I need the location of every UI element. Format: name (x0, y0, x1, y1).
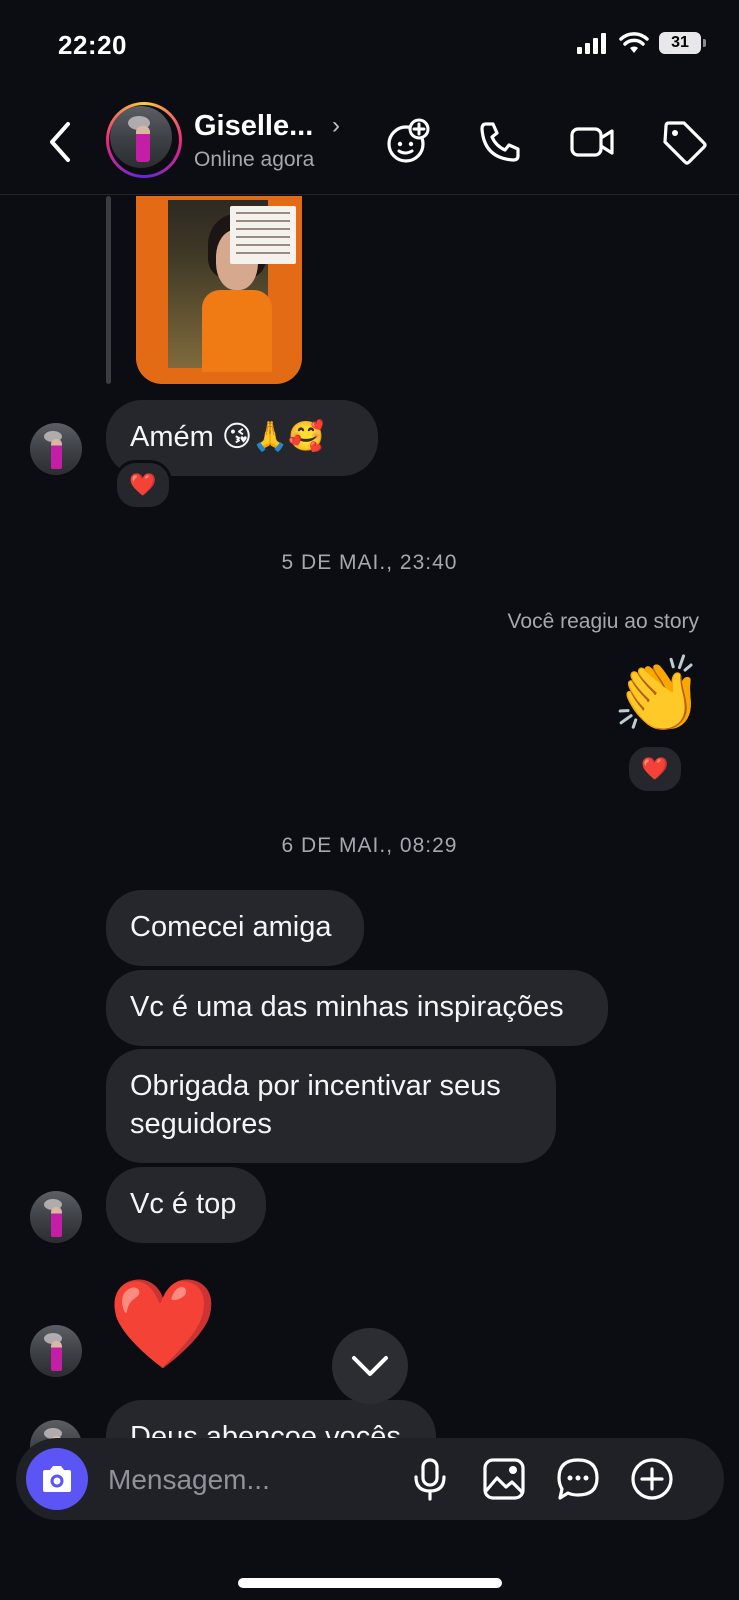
message-bubble[interactable]: Obrigada por incentivar seus seguidores (106, 1049, 556, 1163)
avatar-effects-icon[interactable] (384, 118, 432, 166)
heart-reaction-icon[interactable]: ❤️ (114, 460, 172, 510)
camera-icon (43, 1466, 71, 1492)
message-composer (16, 1438, 724, 1520)
sticker-chat-icon[interactable] (556, 1457, 600, 1501)
contact-status: Online agora (194, 148, 315, 171)
heart-emoji-message[interactable]: ❤️ (108, 1274, 218, 1374)
tag-icon[interactable] (660, 118, 708, 166)
story-reply-line (106, 196, 111, 384)
date-separator: 6 DE MAI., 08:29 (281, 834, 458, 857)
message-input[interactable] (106, 1452, 400, 1508)
scroll-to-bottom-button[interactable] (332, 1328, 408, 1404)
wifi-icon (619, 32, 649, 53)
phone-call-icon[interactable] (476, 118, 524, 166)
microphone-icon[interactable] (408, 1457, 452, 1501)
sender-avatar[interactable] (30, 423, 82, 475)
clapping-hands-emoji[interactable]: 👏 (612, 650, 704, 740)
contact-avatar[interactable] (106, 102, 182, 178)
status-time: 22:20 (58, 30, 127, 60)
contact-name[interactable]: Giselle... (194, 110, 313, 143)
sender-avatar[interactable] (30, 1325, 82, 1377)
heart-reaction-icon[interactable]: ❤️ (626, 744, 684, 794)
camera-button[interactable] (26, 1448, 88, 1510)
story-thumbnail[interactable] (136, 196, 302, 384)
chevron-down-icon (352, 1356, 388, 1376)
chat-header: Giselle... › Online agora (0, 92, 739, 195)
message-bubble[interactable]: Vc é top (106, 1167, 266, 1243)
message-bubble[interactable]: Comecei amiga (106, 890, 364, 966)
add-plus-icon[interactable] (630, 1457, 674, 1501)
back-arrow-icon[interactable] (40, 118, 80, 166)
sender-avatar[interactable] (30, 1191, 82, 1243)
video-call-icon[interactable] (568, 118, 616, 166)
gallery-icon[interactable] (482, 1457, 526, 1501)
date-separator: 5 DE MAI., 23:40 (281, 551, 458, 574)
story-reaction-note: Você reagiu ao story (507, 610, 699, 633)
chevron-right-icon[interactable]: › (332, 112, 340, 140)
status-icons: 31 (577, 32, 706, 54)
battery-indicator: 31 (659, 32, 706, 54)
message-bubble[interactable]: Vc é uma das minhas inspirações (106, 970, 608, 1046)
cellular-signal-icon (577, 33, 606, 54)
home-indicator[interactable] (238, 1578, 502, 1588)
